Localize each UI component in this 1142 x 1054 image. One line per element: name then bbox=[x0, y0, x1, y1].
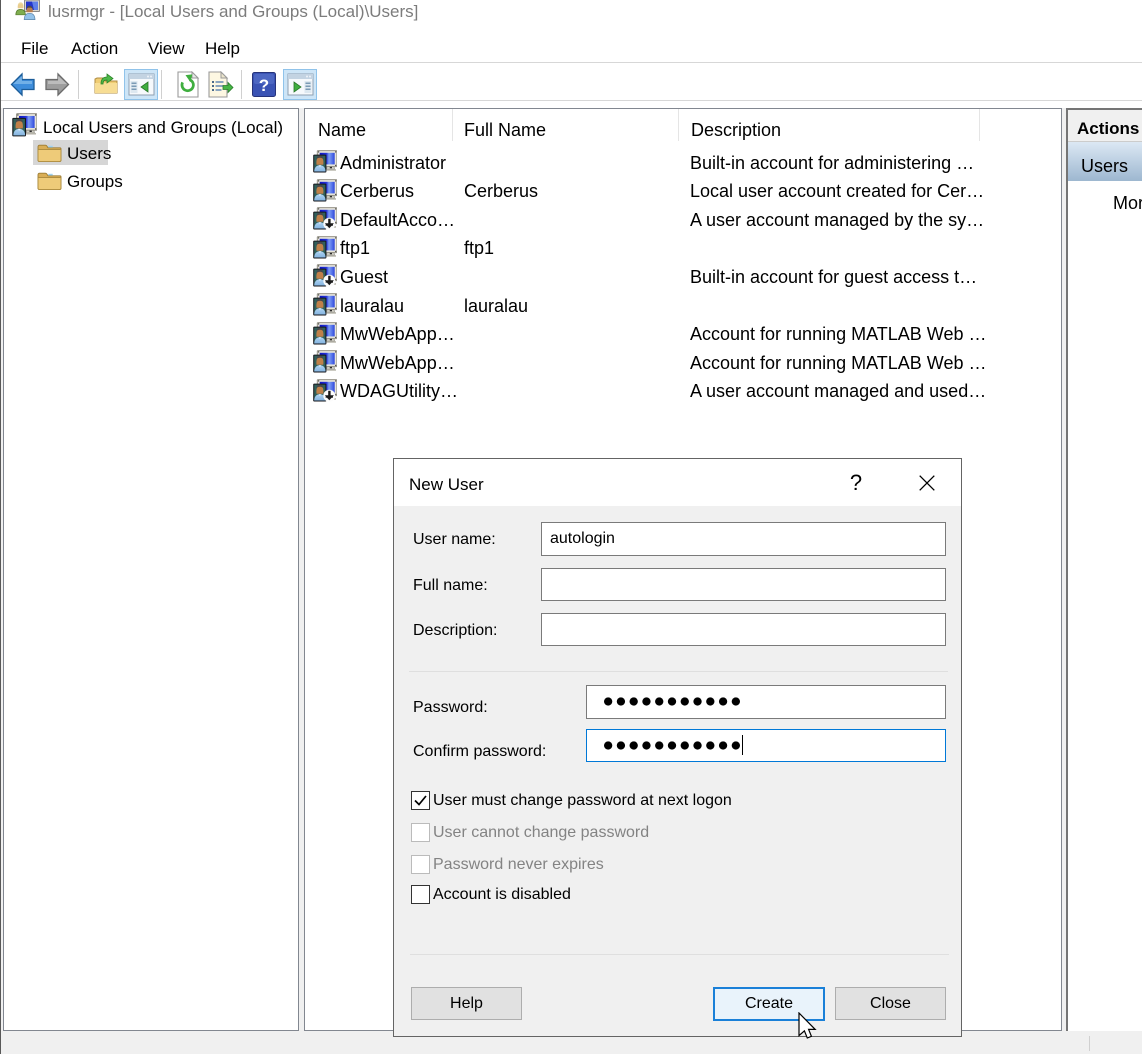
svg-text:?: ? bbox=[259, 76, 269, 95]
